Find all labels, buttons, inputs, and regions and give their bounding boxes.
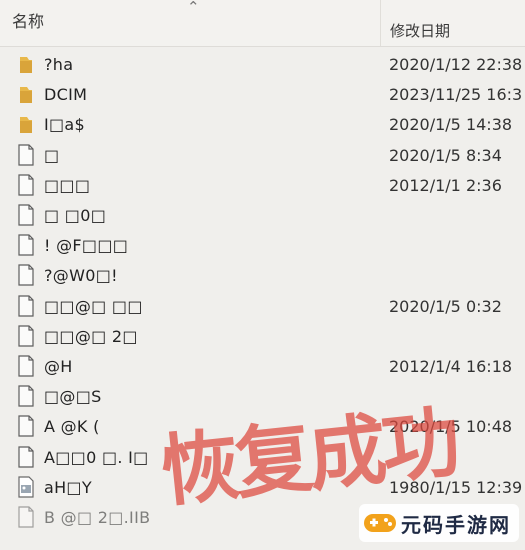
file-name: ?@W0□! (44, 266, 118, 286)
column-header-name[interactable]: 名称 (12, 8, 44, 32)
column-divider[interactable] (380, 0, 381, 46)
file-date-modified: 2012/1/1 2:36 (389, 175, 502, 195)
image-file-icon (16, 476, 36, 498)
file-name: □□□ (44, 175, 91, 195)
column-header-date-modified[interactable]: 修改日期 (390, 20, 450, 41)
file-name: I□a$ (44, 115, 86, 135)
file-date-modified: 2023/11/25 16:3 (389, 85, 523, 105)
file-name: ! @F□□□ (44, 236, 129, 256)
file-row[interactable]: ! @F□□□ (0, 231, 525, 261)
file-row[interactable]: □□@□ 2□ (0, 322, 525, 352)
file-name: aH□Y (44, 477, 92, 497)
file-date-modified: 2020/1/12 22:38 (389, 55, 523, 74)
file-icon (16, 204, 36, 226)
file-name: A□□0 □. I□ (44, 447, 149, 467)
file-date-modified: 2020/1/5 0:32 (389, 296, 502, 316)
file-icon (16, 325, 36, 347)
file-name: □ □0□ (44, 206, 107, 225)
file-icon (16, 294, 36, 317)
file-icon (16, 445, 36, 468)
file-row[interactable]: ?ha 2020/1/12 22:38 (0, 50, 525, 80)
file-icon (16, 385, 36, 407)
file-icon (16, 415, 36, 437)
file-name: A @K ( (44, 417, 100, 437)
file-name: DCIM (44, 85, 88, 105)
file-name: □□@□ □□ (44, 296, 143, 316)
file-date-modified: 2012/1/4 16:18 (389, 357, 513, 376)
sort-ascending-icon[interactable]: ⌃ (187, 0, 200, 16)
file-row[interactable]: □□□ 2012/1/1 2:36 (0, 171, 525, 201)
file-name: □@□S (44, 387, 102, 407)
file-name: □□@□ 2□ (44, 326, 138, 346)
file-name: B @□ 2□.IIB (44, 508, 151, 527)
column-header-bar: 名称 ⌃ 修改日期 (0, 0, 525, 47)
file-date-modified: 2020/1/5 8:34 (389, 145, 502, 165)
file-row[interactable]: □□@□ □□ 2020/1/5 0:32 (0, 292, 525, 322)
file-row[interactable]: @H 2012/1/4 16:18 (0, 352, 525, 382)
folder-icon (16, 83, 36, 105)
gamepad-logo-icon (364, 514, 396, 532)
file-icon (16, 234, 36, 256)
folder-icon (16, 53, 36, 75)
file-row[interactable]: □ 2020/1/5 8:34 (0, 141, 525, 171)
file-row[interactable]: I□a$ 2020/1/5 14:38 (0, 110, 525, 140)
file-row[interactable]: DCIM 2023/11/25 16:3 (0, 80, 525, 110)
file-name: @H (44, 357, 73, 376)
file-icon (16, 506, 36, 528)
file-row[interactable]: ?@W0□! (0, 261, 525, 291)
file-name: ?ha (44, 55, 74, 74)
file-icon (16, 174, 36, 196)
folder-icon (16, 113, 36, 135)
file-icon (16, 264, 36, 286)
site-logo: 元码手游网 (359, 504, 519, 542)
site-logo-text: 元码手游网 (401, 512, 511, 537)
file-icon (16, 143, 36, 166)
file-row[interactable]: □ □0□ (0, 201, 525, 231)
file-icon (16, 355, 36, 377)
file-name: □ (44, 145, 60, 165)
file-date-modified: 2020/1/5 14:38 (389, 115, 513, 135)
